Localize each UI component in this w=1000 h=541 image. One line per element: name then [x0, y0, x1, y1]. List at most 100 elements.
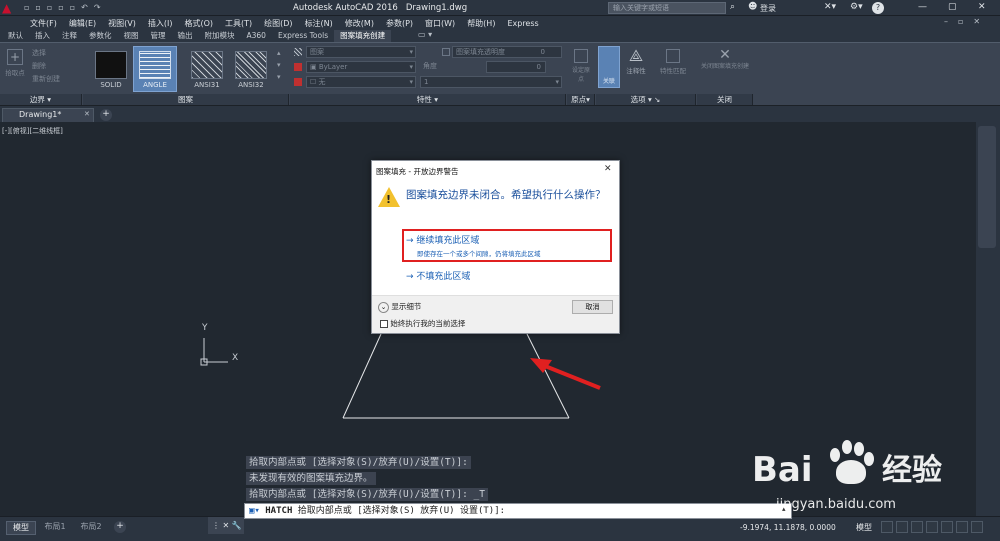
remove-boundary-button[interactable]: 删除: [32, 60, 60, 73]
pattern-ansi32[interactable]: [235, 51, 267, 79]
background-color-select[interactable]: ☐ 无 ▾: [306, 76, 416, 88]
maximize-icon[interactable]: ▢: [948, 2, 957, 12]
new-tab-icon[interactable]: +: [100, 109, 112, 121]
menu-item[interactable]: 帮助(H): [467, 18, 495, 29]
cancel-button[interactable]: 取消: [572, 300, 613, 314]
osnap-toggle-icon[interactable]: [941, 521, 953, 533]
ribbon-tab[interactable]: 视图: [118, 30, 145, 42]
menu-item[interactable]: Express: [507, 19, 538, 28]
always-checkbox[interactable]: 始终执行我的当前选择: [380, 318, 465, 329]
select-objects-button[interactable]: 选择: [32, 47, 60, 60]
recreate-boundary-button[interactable]: 重新创建: [32, 73, 60, 86]
ribbon-tab[interactable]: 附加模块: [199, 30, 241, 42]
dialog-close-icon[interactable]: ✕: [604, 164, 612, 174]
app-title: Autodesk AutoCAD 2016 Drawing1.dwg: [293, 3, 467, 13]
option-skip-hatch[interactable]: → 不填充此区域: [406, 269, 470, 282]
angle-field[interactable]: 角度 0: [420, 61, 562, 73]
polar-toggle-icon[interactable]: [926, 521, 938, 533]
scale-value: 1: [424, 78, 429, 86]
menu-item[interactable]: 文件(F): [30, 18, 57, 29]
doc-tab-close-icon[interactable]: ✕: [84, 110, 90, 118]
ribbon-tab[interactable]: 管理: [145, 30, 172, 42]
quick-access-toolbar[interactable]: ▫▫▫▫▫↶↷: [24, 3, 164, 13]
ucs-x-label: X: [232, 353, 239, 363]
hatch-color-select[interactable]: ▣ ByLayer ▾: [306, 61, 416, 73]
options-panel-label[interactable]: 选项 ▾ ↘: [596, 94, 696, 105]
match-properties-button[interactable]: 特性匹配: [654, 47, 692, 75]
pattern-panel-label: 图案: [83, 94, 289, 105]
autodesk-app-icon[interactable]: ✕▾: [824, 2, 836, 12]
pick-points-button[interactable]: + 拾取点: [4, 47, 26, 85]
boundary-panel-label[interactable]: 边界 ▾: [0, 94, 82, 105]
customize-icon[interactable]: [971, 521, 983, 533]
ribbon-toggle-icon[interactable]: ▭ ▾: [418, 30, 432, 39]
pattern-solid[interactable]: [95, 51, 127, 79]
autocad-logo-icon[interactable]: ▲: [2, 1, 22, 15]
pattern-ansi31[interactable]: [191, 51, 223, 79]
ribbon-tab[interactable]: 插入: [29, 30, 56, 42]
exchange-icon[interactable]: ⚙▾: [850, 2, 863, 12]
ribbon-tab[interactable]: A360: [241, 30, 272, 42]
hatch-type-select[interactable]: 图案 ▾: [306, 46, 416, 58]
pattern-scroll-icon[interactable]: ▴ ▾ ▾: [277, 47, 281, 83]
command-input[interactable]: ▣▾ HATCH 拾取内部点或 [选择对象(S) 放弃(U) 设置(T)]:: [244, 503, 792, 519]
ribbon-tab[interactable]: 参数化: [83, 30, 118, 42]
menu-item[interactable]: 工具(T): [225, 18, 252, 29]
dialog-title: 图案填充 - 开放边界警告: [376, 167, 459, 176]
menu-items: 文件(F) 编辑(E) 视图(V) 插入(I) 格式(O) 工具(T) 绘图(D) 标注(N)…: [30, 18, 551, 29]
ribbon-tab[interactable]: 注释: [56, 30, 83, 42]
ribbon-tab[interactable]: 图案填充创建: [334, 30, 392, 42]
menu-item[interactable]: 窗口(W): [425, 18, 455, 29]
chevron-down-icon: ⌄: [378, 301, 389, 313]
ribbon-tab[interactable]: 默认: [2, 30, 29, 42]
menu-item[interactable]: 绘图(D): [264, 18, 292, 29]
boundary-actions: 选择 删除 重新创建: [32, 47, 60, 86]
close-icon[interactable]: ✕: [978, 2, 986, 12]
checkbox-box[interactable]: [380, 320, 388, 328]
menu-item[interactable]: 视图(V): [108, 18, 136, 29]
menu-item[interactable]: 标注(N): [305, 18, 333, 29]
set-origin-button[interactable]: 设定原点: [570, 49, 592, 83]
menu-item[interactable]: 插入(I): [148, 18, 173, 29]
login-link[interactable]: 登录: [760, 3, 776, 14]
menu-item[interactable]: 参数(P): [386, 18, 413, 29]
show-details-toggle[interactable]: ⌄ 显示细节: [378, 301, 421, 313]
menu-item[interactable]: 格式(O): [184, 18, 213, 29]
layout-tab-1[interactable]: 布局1: [38, 521, 72, 535]
help-icon[interactable]: ?: [872, 2, 884, 14]
window-controls-icon[interactable]: –▫✕: [944, 17, 990, 26]
navigation-bar[interactable]: [976, 122, 1000, 516]
snap-toggle-icon[interactable]: [896, 521, 908, 533]
search-input[interactable]: 输入关键字或短语: [608, 2, 726, 14]
option-continue-hatch[interactable]: → 继续填充此区域 即使存在一个或多个间隙，仍将填充此区域: [406, 233, 606, 259]
menu-item[interactable]: 修改(M): [345, 18, 374, 29]
minimize-icon[interactable]: —: [918, 2, 927, 12]
command-line-tools[interactable]: ⋮ ✕ 🔧: [208, 517, 244, 534]
pattern-angle[interactable]: [139, 51, 171, 79]
ribbon-tab[interactable]: Express Tools: [272, 30, 334, 42]
annotation-arrow-shaft: [539, 362, 601, 390]
user-icon[interactable]: ☻: [748, 2, 758, 14]
coordinates-readout[interactable]: -9.1974, 11.1878, 0.0000: [740, 523, 836, 532]
model-space-button[interactable]: 模型: [856, 522, 872, 533]
annotative-button[interactable]: ⟁ 注释性: [622, 47, 650, 76]
origin-panel-label[interactable]: 原点▾: [567, 94, 595, 105]
associative-button[interactable]: 关联: [598, 46, 620, 88]
menu-item[interactable]: 编辑(E): [69, 18, 96, 29]
scale-field[interactable]: 1 ▾: [420, 76, 562, 88]
ortho-toggle-icon[interactable]: [911, 521, 923, 533]
navbar-scroll-track[interactable]: [978, 126, 996, 248]
grid-toggle-icon[interactable]: [881, 521, 893, 533]
layout-tab-2[interactable]: 布局2: [74, 521, 108, 535]
close-hatch-button[interactable]: ✕ 关闭图案填充创建: [699, 47, 751, 71]
lineweight-toggle-icon[interactable]: [956, 521, 968, 533]
add-layout-icon[interactable]: +: [114, 521, 126, 533]
layout-tab-model[interactable]: 模型: [6, 521, 36, 535]
properties-panel-label[interactable]: 特性 ▾: [290, 94, 566, 105]
status-toggles[interactable]: [878, 521, 983, 533]
search-icon[interactable]: ⌕: [730, 2, 742, 14]
doc-tab-drawing1[interactable]: Drawing1*: [2, 108, 94, 122]
transparency-field[interactable]: 图案填充透明度 0: [452, 46, 562, 58]
ribbon-tab[interactable]: 输出: [172, 30, 199, 42]
option-continue-title: 继续填充此区域: [416, 236, 480, 246]
